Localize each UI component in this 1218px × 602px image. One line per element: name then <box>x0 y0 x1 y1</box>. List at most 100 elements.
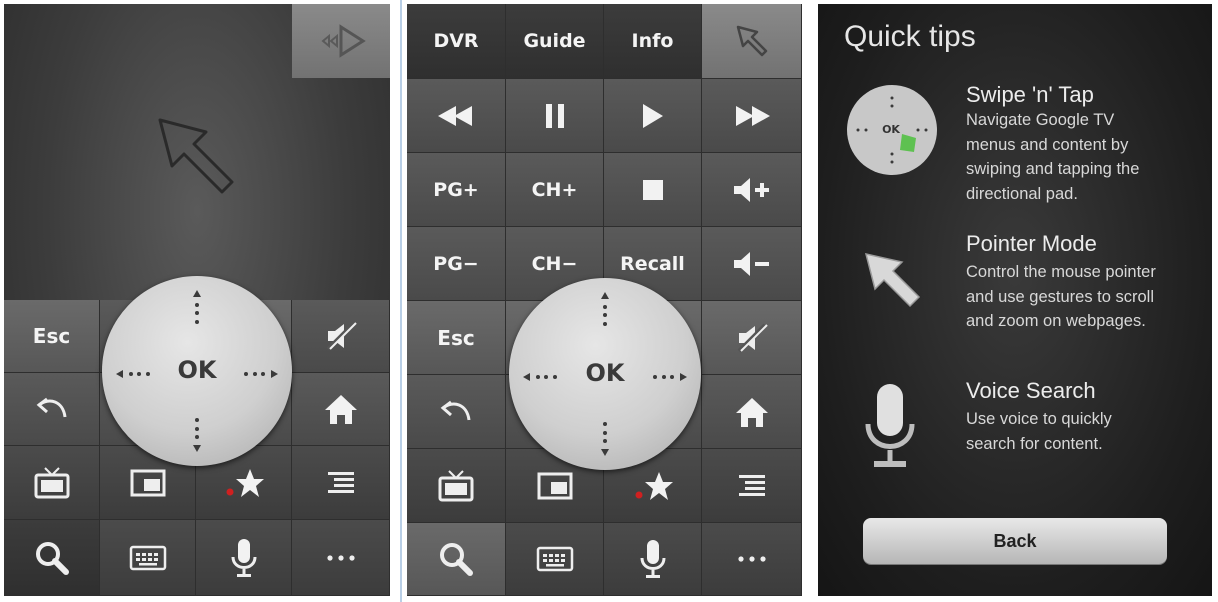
pointer-mode-icon <box>736 25 767 57</box>
volume-up-icon <box>733 177 769 202</box>
more-button[interactable] <box>702 523 802 596</box>
keyboard-button[interactable] <box>506 523 604 596</box>
tip-pointer-heading: Pointer Mode <box>966 231 1097 256</box>
channel-down-label: CH− <box>531 252 578 275</box>
tip-voice-body: Use voice to quickly search for content. <box>966 407 1206 456</box>
back-arrow-icon <box>36 397 66 418</box>
dpad-arrows-icon <box>523 292 687 456</box>
tip-swipe-line: menus and content by <box>966 135 1129 154</box>
quick-tips-screen: Quick tips OK Swipe 'n' Tap Navigate Goo… <box>818 4 1212 596</box>
info-label: Info <box>631 30 674 52</box>
picture-in-picture-icon <box>130 469 165 496</box>
menu-button[interactable] <box>702 449 802 523</box>
search-icon <box>440 543 473 576</box>
esc-button[interactable]: Esc <box>4 300 100 373</box>
mute-icon <box>326 321 357 351</box>
info-button[interactable]: Info <box>604 4 702 79</box>
rewind-button[interactable] <box>407 79 506 153</box>
esc-button[interactable]: Esc <box>407 301 506 375</box>
page-down-button[interactable]: PG− <box>407 227 506 301</box>
tip-swipe-heading: Swipe 'n' Tap <box>966 82 1094 107</box>
mute-button[interactable] <box>292 300 390 373</box>
menu-lines-icon <box>327 471 354 493</box>
bookmark-star-icon <box>226 468 264 497</box>
volume-up-button[interactable] <box>702 153 802 227</box>
stop-button[interactable] <box>604 153 702 227</box>
dvr-label: DVR <box>433 30 479 52</box>
pause-button[interactable] <box>506 79 604 153</box>
tip-swipe-line: swiping and tapping the <box>966 160 1140 178</box>
pointer-icon <box>864 253 921 308</box>
pointer-mode-toggle-button[interactable] <box>702 4 802 79</box>
rewind-icon <box>438 105 472 126</box>
back-arrow-icon <box>440 400 471 420</box>
more-dots-icon <box>737 556 766 562</box>
picture-in-picture-icon <box>537 472 572 499</box>
channel-up-button[interactable]: CH+ <box>506 153 604 227</box>
home-button[interactable] <box>702 375 802 449</box>
voice-button[interactable] <box>604 523 702 596</box>
recall-label: Recall <box>620 252 685 275</box>
dpad-ok-button[interactable]: OK <box>509 278 701 470</box>
page-up-label: PG+ <box>433 178 479 201</box>
dvr-button[interactable]: DVR <box>407 4 506 79</box>
dpad-mode-icon <box>321 24 366 58</box>
tip-swipe-body: Navigate Google TV menus and content by … <box>966 108 1206 206</box>
pause-icon <box>545 103 564 128</box>
keyboard-button[interactable] <box>100 520 196 596</box>
play-icon <box>642 103 663 128</box>
page-up-button[interactable]: PG+ <box>407 153 506 227</box>
tip-pointer-line: Control the mouse pointer <box>966 263 1156 281</box>
search-button[interactable] <box>4 520 100 596</box>
guide-label: Guide <box>523 30 586 52</box>
home-icon <box>735 397 768 427</box>
volume-down-icon <box>733 251 769 276</box>
mute-button[interactable] <box>702 301 802 375</box>
pointer-cursor-icon <box>158 118 234 194</box>
dpad-ok-button[interactable]: OK <box>102 276 292 466</box>
tip-voice-line: Use voice to quickly <box>966 410 1112 428</box>
esc-label: Esc <box>437 325 475 350</box>
back-button[interactable]: Back <box>863 518 1167 564</box>
menu-button[interactable] <box>292 446 390 520</box>
dpad-arrows-icon <box>116 290 278 452</box>
tip-swipe-line: directional pad. <box>966 184 1078 203</box>
touchpad-remote-screen: Esc OK <box>4 4 390 596</box>
keyboard-icon <box>536 546 573 572</box>
tip-pointer-line: and use gestures to scroll <box>966 287 1155 306</box>
dpad-icon-ok-label: OK <box>882 123 900 136</box>
fast-forward-icon <box>735 105 770 126</box>
tv-button[interactable] <box>407 449 506 523</box>
bookmark-star-icon <box>635 471 673 500</box>
microphone-icon <box>231 538 256 577</box>
page-title: Quick tips <box>844 20 976 53</box>
guide-button[interactable]: Guide <box>506 4 604 79</box>
more-button[interactable] <box>292 520 390 596</box>
volume-down-button[interactable] <box>702 227 802 301</box>
tv-button[interactable] <box>4 446 100 520</box>
home-button[interactable] <box>292 373 390 446</box>
mute-icon <box>737 323 768 352</box>
search-button[interactable] <box>407 523 506 596</box>
voice-button[interactable] <box>196 520 292 596</box>
esc-label: Esc <box>32 324 71 348</box>
tip-voice-heading: Voice Search <box>966 378 1096 403</box>
dpad-mode-toggle-button[interactable] <box>292 4 390 78</box>
microphone-icon <box>640 540 665 578</box>
fast-forward-button[interactable] <box>702 79 802 153</box>
channel-up-label: CH+ <box>531 178 578 201</box>
play-button[interactable] <box>604 79 702 153</box>
panel-separator <box>400 0 402 602</box>
back-arrow-button[interactable] <box>4 373 100 446</box>
tip-swipe-line: Navigate Google TV <box>966 111 1115 129</box>
stop-icon <box>642 179 663 200</box>
back-arrow-button[interactable] <box>407 375 506 449</box>
dpad-icon: OK <box>847 85 937 175</box>
menu-lines-icon <box>738 474 765 496</box>
full-remote-screen: DVR Guide Info PG+ CH+ PG− CH− Recall Es… <box>407 4 802 596</box>
tip-pointer-body: Control the mouse pointer and use gestur… <box>966 260 1206 334</box>
more-dots-icon <box>326 554 355 561</box>
keyboard-icon <box>129 545 166 570</box>
tip-pointer-line: and zoom on webpages. <box>966 312 1146 330</box>
tip-voice-line: search for content. <box>966 434 1103 453</box>
